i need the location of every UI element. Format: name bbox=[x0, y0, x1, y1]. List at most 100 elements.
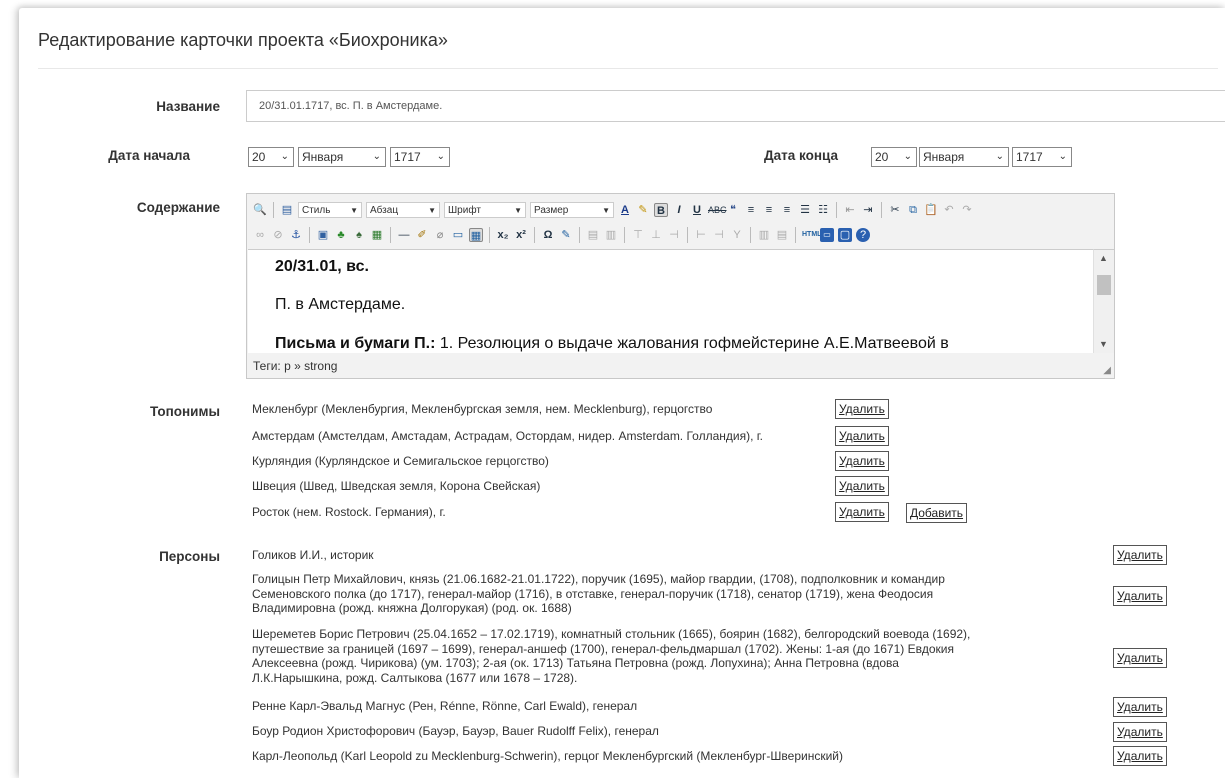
align-right-icon[interactable]: ≡ bbox=[780, 203, 794, 217]
special-char-icon[interactable]: Ω bbox=[541, 228, 555, 242]
align-center-icon[interactable]: ≡ bbox=[762, 203, 776, 217]
toolbar-separator bbox=[309, 227, 310, 243]
edit-css-icon[interactable]: ✎ bbox=[559, 228, 573, 242]
scroll-up-icon[interactable]: ▲ bbox=[1099, 253, 1108, 263]
rich-text-editor: 🔍 ▤ Стиль ▼ Абзац ▼ Шрифт ▼ Размер ▼ A ✎ B I… bbox=[246, 193, 1115, 379]
superscript-icon[interactable]: x² bbox=[514, 228, 528, 242]
toolbar-separator bbox=[687, 227, 688, 243]
image-icon[interactable]: ▣ bbox=[316, 228, 330, 242]
style-dropdown[interactable]: Стиль ▼ bbox=[298, 202, 362, 218]
italic-icon[interactable]: I bbox=[672, 203, 686, 217]
persons-label: Персоны bbox=[159, 549, 220, 564]
content-line-place: П. в Амстердаме. bbox=[275, 296, 406, 313]
html-source-icon[interactable]: HTML bbox=[802, 228, 821, 242]
merge-cells-icon[interactable]: ▤ bbox=[775, 228, 789, 242]
toponym-delete-button[interactable]: Удалить bbox=[835, 476, 889, 496]
end-month-select[interactable]: Января ⌄ bbox=[919, 147, 1009, 167]
scroll-thumb[interactable] bbox=[1097, 275, 1111, 295]
person-delete-button[interactable]: Удалить bbox=[1113, 545, 1167, 565]
name-input[interactable] bbox=[246, 90, 1225, 122]
font-dropdown[interactable]: Шрифт ▼ bbox=[444, 202, 526, 218]
cut-icon[interactable]: ✂ bbox=[888, 203, 902, 217]
remove-format-icon[interactable]: ⌀ bbox=[433, 228, 447, 242]
toolbar-separator bbox=[624, 227, 625, 243]
resize-handle-icon[interactable]: ◢ bbox=[1103, 365, 1111, 376]
toolbar-separator bbox=[579, 227, 580, 243]
insert-row-after-icon[interactable]: ⊥ bbox=[649, 228, 663, 242]
preview-icon[interactable]: ▭ bbox=[820, 228, 834, 242]
fullscreen-icon[interactable]: ▢ bbox=[838, 228, 852, 242]
unlink-icon[interactable]: ⊘ bbox=[271, 228, 285, 242]
insert-flash-icon[interactable]: ▦ bbox=[370, 228, 384, 242]
delete-col-icon[interactable]: Y bbox=[730, 228, 744, 242]
letters-text: 1. Резолюция о выдаче жалования гофмейст… bbox=[435, 335, 949, 352]
find-icon[interactable]: 🔍 bbox=[253, 203, 267, 217]
toolbar-separator bbox=[795, 227, 796, 243]
insert-col-after-icon[interactable]: ⊣ bbox=[712, 228, 726, 242]
text-color-icon[interactable]: A bbox=[618, 203, 632, 217]
table-icon[interactable]: ▦ bbox=[469, 228, 483, 242]
paste-icon[interactable]: 📋 bbox=[924, 203, 938, 217]
toponyms-label: Топонимы bbox=[149, 404, 220, 419]
person-item: Шереметев Борис Петрович (25.04.1652 – 1… bbox=[252, 627, 971, 685]
insert-col-before-icon[interactable]: ⊢ bbox=[694, 228, 708, 242]
indent-icon[interactable]: ⇥ bbox=[861, 203, 875, 217]
size-dropdown[interactable]: Размер ▼ bbox=[530, 202, 614, 218]
link-icon[interactable]: ∞ bbox=[253, 228, 267, 242]
start-date-label: Дата начала bbox=[108, 148, 190, 163]
blockquote-icon[interactable]: ❝ bbox=[726, 203, 740, 217]
person-delete-button[interactable]: Удалить bbox=[1113, 697, 1167, 717]
toponym-delete-button[interactable]: Удалить bbox=[835, 502, 889, 522]
paragraph-dropdown[interactable]: Абзац ▼ bbox=[366, 202, 440, 218]
split-cells-icon[interactable]: ▥ bbox=[757, 228, 771, 242]
end-year-select[interactable]: 1717 ⌄ bbox=[1012, 147, 1072, 167]
person-delete-button[interactable]: Удалить bbox=[1113, 722, 1167, 742]
toolbar-separator bbox=[881, 202, 882, 218]
editor-scrollbar[interactable]: ▲ ▼ bbox=[1093, 249, 1114, 353]
underline-icon[interactable]: U bbox=[690, 203, 704, 217]
insert-media-icon[interactable]: ♣ bbox=[334, 228, 348, 242]
editor-content-area[interactable]: 20/31.01, вс. П. в Амстердаме. Письма и … bbox=[248, 249, 1093, 353]
subscript-icon[interactable]: x₂ bbox=[496, 228, 510, 242]
toponym-delete-button[interactable]: Удалить bbox=[835, 426, 889, 446]
align-left-icon[interactable]: ≡ bbox=[744, 203, 758, 217]
toolbar-separator bbox=[836, 202, 837, 218]
person-delete-button[interactable]: Удалить bbox=[1113, 648, 1167, 668]
cell-props-icon[interactable]: ▥ bbox=[604, 228, 618, 242]
name-label: Название bbox=[156, 99, 220, 114]
person-item: Карл-Леопольд (Karl Leopold zu Mecklenbu… bbox=[252, 749, 843, 763]
strikethrough-icon[interactable]: ABC bbox=[708, 203, 727, 217]
scroll-down-icon[interactable]: ▼ bbox=[1099, 339, 1108, 349]
insert-row-before-icon[interactable]: ⊤ bbox=[631, 228, 645, 242]
person-delete-button[interactable]: Удалить bbox=[1113, 746, 1167, 766]
visual-aid-icon[interactable]: ▭ bbox=[451, 228, 465, 242]
start-year-select[interactable]: 1717 ⌄ bbox=[390, 147, 450, 167]
start-month-select[interactable]: Января ⌄ bbox=[298, 147, 386, 167]
editor-toolbar-row-1: 🔍 ▤ Стиль ▼ Абзац ▼ Шрифт ▼ Размер ▼ A ✎ B I… bbox=[253, 199, 974, 221]
toponym-delete-button[interactable]: Удалить bbox=[835, 451, 889, 471]
title-divider bbox=[38, 68, 1218, 69]
undo-icon[interactable]: ↶ bbox=[942, 203, 956, 217]
toolbar-separator bbox=[489, 227, 490, 243]
redo-icon[interactable]: ↷ bbox=[960, 203, 974, 217]
horizontal-rule-icon[interactable]: — bbox=[397, 228, 411, 242]
help-icon[interactable]: ? bbox=[856, 228, 870, 242]
highlight-color-icon[interactable]: ✎ bbox=[636, 203, 650, 217]
person-item: Голиков И.И., историк bbox=[252, 548, 374, 562]
end-day-select[interactable]: 20 ⌄ bbox=[871, 147, 917, 167]
bold-icon[interactable]: B bbox=[654, 203, 668, 217]
numbered-list-icon[interactable]: ☷ bbox=[816, 203, 830, 217]
styles-panel-icon[interactable]: ▤ bbox=[280, 203, 294, 217]
toponym-add-button[interactable]: Добавить bbox=[906, 503, 968, 523]
person-delete-button[interactable]: Удалить bbox=[1113, 586, 1167, 606]
start-day-select[interactable]: 20 ⌄ bbox=[248, 147, 294, 167]
toponym-delete-button[interactable]: Удалить bbox=[835, 399, 889, 419]
bullet-list-icon[interactable]: ☰ bbox=[798, 203, 812, 217]
anchor-icon[interactable]: ⚓ bbox=[289, 228, 303, 242]
cleanup-icon[interactable]: ✐ bbox=[415, 228, 429, 242]
outdent-icon[interactable]: ⇤ bbox=[843, 203, 857, 217]
row-props-icon[interactable]: ▤ bbox=[586, 228, 600, 242]
insert-tree-icon[interactable]: ♠ bbox=[352, 228, 366, 242]
copy-icon[interactable]: ⧉ bbox=[906, 203, 920, 217]
delete-row-icon[interactable]: ⊣ bbox=[667, 228, 681, 242]
